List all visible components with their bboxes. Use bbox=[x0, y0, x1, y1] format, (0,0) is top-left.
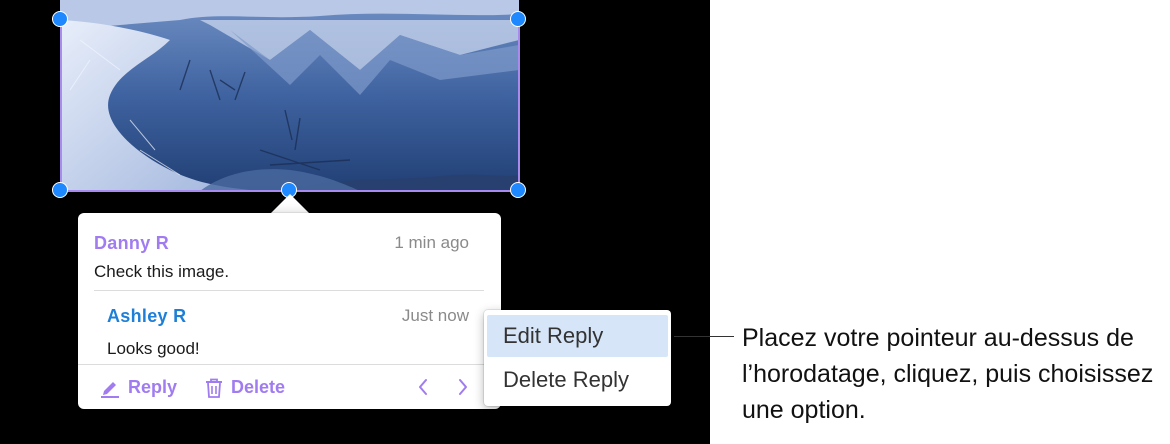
resize-handle-bottom-left[interactable] bbox=[52, 182, 68, 198]
selection-outline-left bbox=[60, 19, 62, 191]
comment-divider bbox=[94, 290, 484, 291]
comment-text: Check this image. bbox=[94, 262, 230, 281]
reply-text: Looks good! bbox=[107, 339, 200, 358]
chevron-right-icon bbox=[459, 379, 467, 395]
comment-popover: Danny R 1 min ago Check this image. Ashl… bbox=[78, 213, 501, 409]
comment-author: Danny R bbox=[94, 233, 170, 253]
selected-photo[interactable] bbox=[60, 0, 519, 191]
menu-item-edit-reply[interactable]: Edit Reply bbox=[487, 315, 668, 357]
reply-timestamp[interactable]: Just now bbox=[402, 306, 469, 326]
reply-button-label: Reply bbox=[128, 377, 178, 397]
menu-item-delete-reply[interactable]: Delete Reply bbox=[487, 359, 668, 401]
selection-outline-right bbox=[518, 19, 520, 191]
delete-button-label: Delete bbox=[231, 377, 286, 397]
delete-button[interactable]: Delete bbox=[205, 377, 285, 398]
comment-timestamp[interactable]: 1 min ago bbox=[394, 233, 469, 253]
previous-comment-button[interactable] bbox=[416, 376, 430, 403]
lake-landscape-image bbox=[60, 0, 519, 191]
reply-button[interactable]: Reply bbox=[100, 377, 177, 398]
callout-leader-line bbox=[674, 336, 734, 337]
resize-handle-bottom-right[interactable] bbox=[510, 182, 526, 198]
timestamp-context-menu: Edit Reply Delete Reply bbox=[484, 310, 671, 406]
popover-arrow bbox=[271, 194, 309, 213]
resize-handle-top-left[interactable] bbox=[52, 11, 68, 27]
callout-text: Placez votre pointeur au-dessus de l’hor… bbox=[742, 324, 1154, 424]
toolbar-divider bbox=[78, 364, 501, 365]
chevron-left-icon bbox=[419, 379, 427, 395]
next-comment-button[interactable] bbox=[456, 376, 470, 403]
trash-icon bbox=[206, 378, 222, 398]
reply-author: Ashley R bbox=[107, 306, 187, 326]
resize-handle-top-right[interactable] bbox=[510, 11, 526, 27]
pencil-icon bbox=[101, 381, 119, 398]
